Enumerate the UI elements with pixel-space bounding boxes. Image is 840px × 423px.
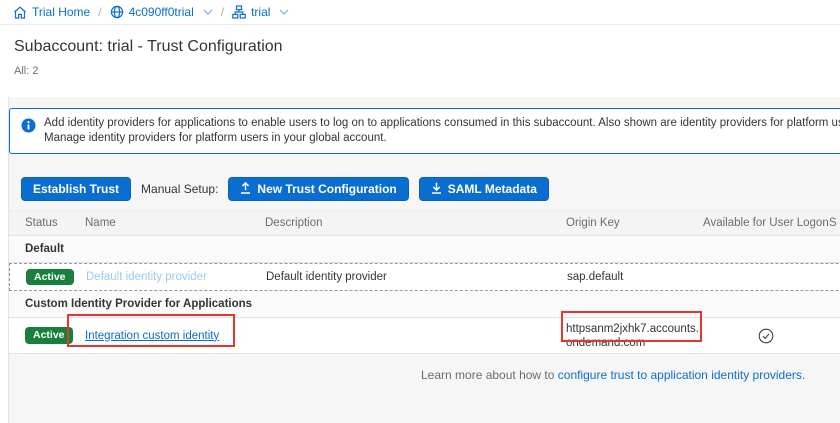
status-cell: Active [26, 269, 86, 286]
upload-icon [240, 182, 251, 197]
origin-key-cell: httpsanm2jxhk7.accounts.ondemand.com [566, 322, 701, 350]
record-count: All: 2 [14, 65, 840, 77]
info-banner: Add identity providers for applications … [9, 108, 840, 154]
status-badge: Active [25, 327, 73, 344]
checkmark-circle-icon [758, 328, 774, 344]
download-icon [431, 182, 442, 197]
column-header-status: Status [25, 217, 85, 229]
manual-setup-label: Manual Setup: [141, 182, 218, 196]
group-label: Default [25, 243, 840, 255]
breadcrumb-subaccount[interactable]: trial [232, 5, 289, 19]
group-label: Custom Identity Provider for Application… [25, 298, 840, 310]
globe-icon [110, 5, 124, 19]
chevron-down-icon[interactable] [203, 9, 213, 15]
trust-configuration-page: Trial Home / 4c090ff0trial / [0, 0, 840, 423]
trust-configuration-table: Status Name Description Origin Key Avail… [9, 210, 840, 354]
column-header-description: Description [265, 217, 566, 229]
new-trust-configuration-button[interactable]: New Trust Configuration [228, 177, 408, 201]
breadcrumb: Trial Home / 4c090ff0trial / [0, 0, 840, 25]
description-cell: Default identity provider [266, 271, 567, 283]
table-row[interactable]: Active Default identity provider Default… [9, 263, 840, 291]
establish-trust-button[interactable]: Establish Trust [21, 177, 131, 201]
column-header-name: Name [85, 217, 265, 229]
content-panel: Add identity providers for applications … [8, 97, 840, 423]
identity-provider-link: Default identity provider [86, 271, 266, 283]
status-badge: Active [26, 269, 74, 286]
configure-trust-link[interactable]: configure trust to application identity … [558, 368, 805, 382]
table-header-row: Status Name Description Origin Key Avail… [9, 210, 840, 236]
page-title: Subaccount: trial - Trust Configuration [14, 38, 840, 56]
status-cell: Active [25, 327, 85, 344]
origin-key-cell: sap.default [567, 271, 704, 283]
org-tree-icon [232, 5, 246, 19]
breadcrumb-global-account[interactable]: 4c090ff0trial [110, 5, 213, 19]
identity-provider-link[interactable]: Integration custom identity [85, 330, 265, 342]
column-header-origin-key: Origin Key [566, 217, 703, 229]
breadcrumb-label: Trial Home [32, 5, 90, 19]
toolbar: Establish Trust Manual Setup: New Trust … [21, 177, 549, 201]
learn-more-text: Learn more about how to configure trust … [421, 368, 805, 382]
column-header-available-for-user-logon: Available for User Logon [703, 217, 829, 229]
breadcrumb-separator: / [98, 5, 101, 19]
banner-text-line1: Add identity providers for applications … [44, 116, 840, 131]
chevron-down-icon[interactable] [279, 9, 289, 15]
banner-text-line2: Manage identity providers for platform u… [44, 131, 840, 146]
table-row[interactable]: Active Integration custom identity https… [9, 318, 840, 354]
page-header: Subaccount: trial - Trust Configuration … [0, 25, 840, 97]
breadcrumb-separator: / [221, 5, 224, 19]
saml-metadata-button[interactable]: SAML Metadata [419, 177, 549, 201]
column-header-clipped: S [829, 217, 840, 229]
info-icon [21, 118, 36, 138]
group-header-custom-idp: Custom Identity Provider for Application… [9, 291, 840, 318]
breadcrumb-label: 4c090ff0trial [129, 5, 194, 19]
available-cell [703, 328, 829, 344]
breadcrumb-label: trial [251, 5, 270, 19]
home-icon [13, 6, 27, 19]
breadcrumb-trial-home[interactable]: Trial Home [13, 5, 90, 19]
group-header-default: Default [9, 236, 840, 263]
